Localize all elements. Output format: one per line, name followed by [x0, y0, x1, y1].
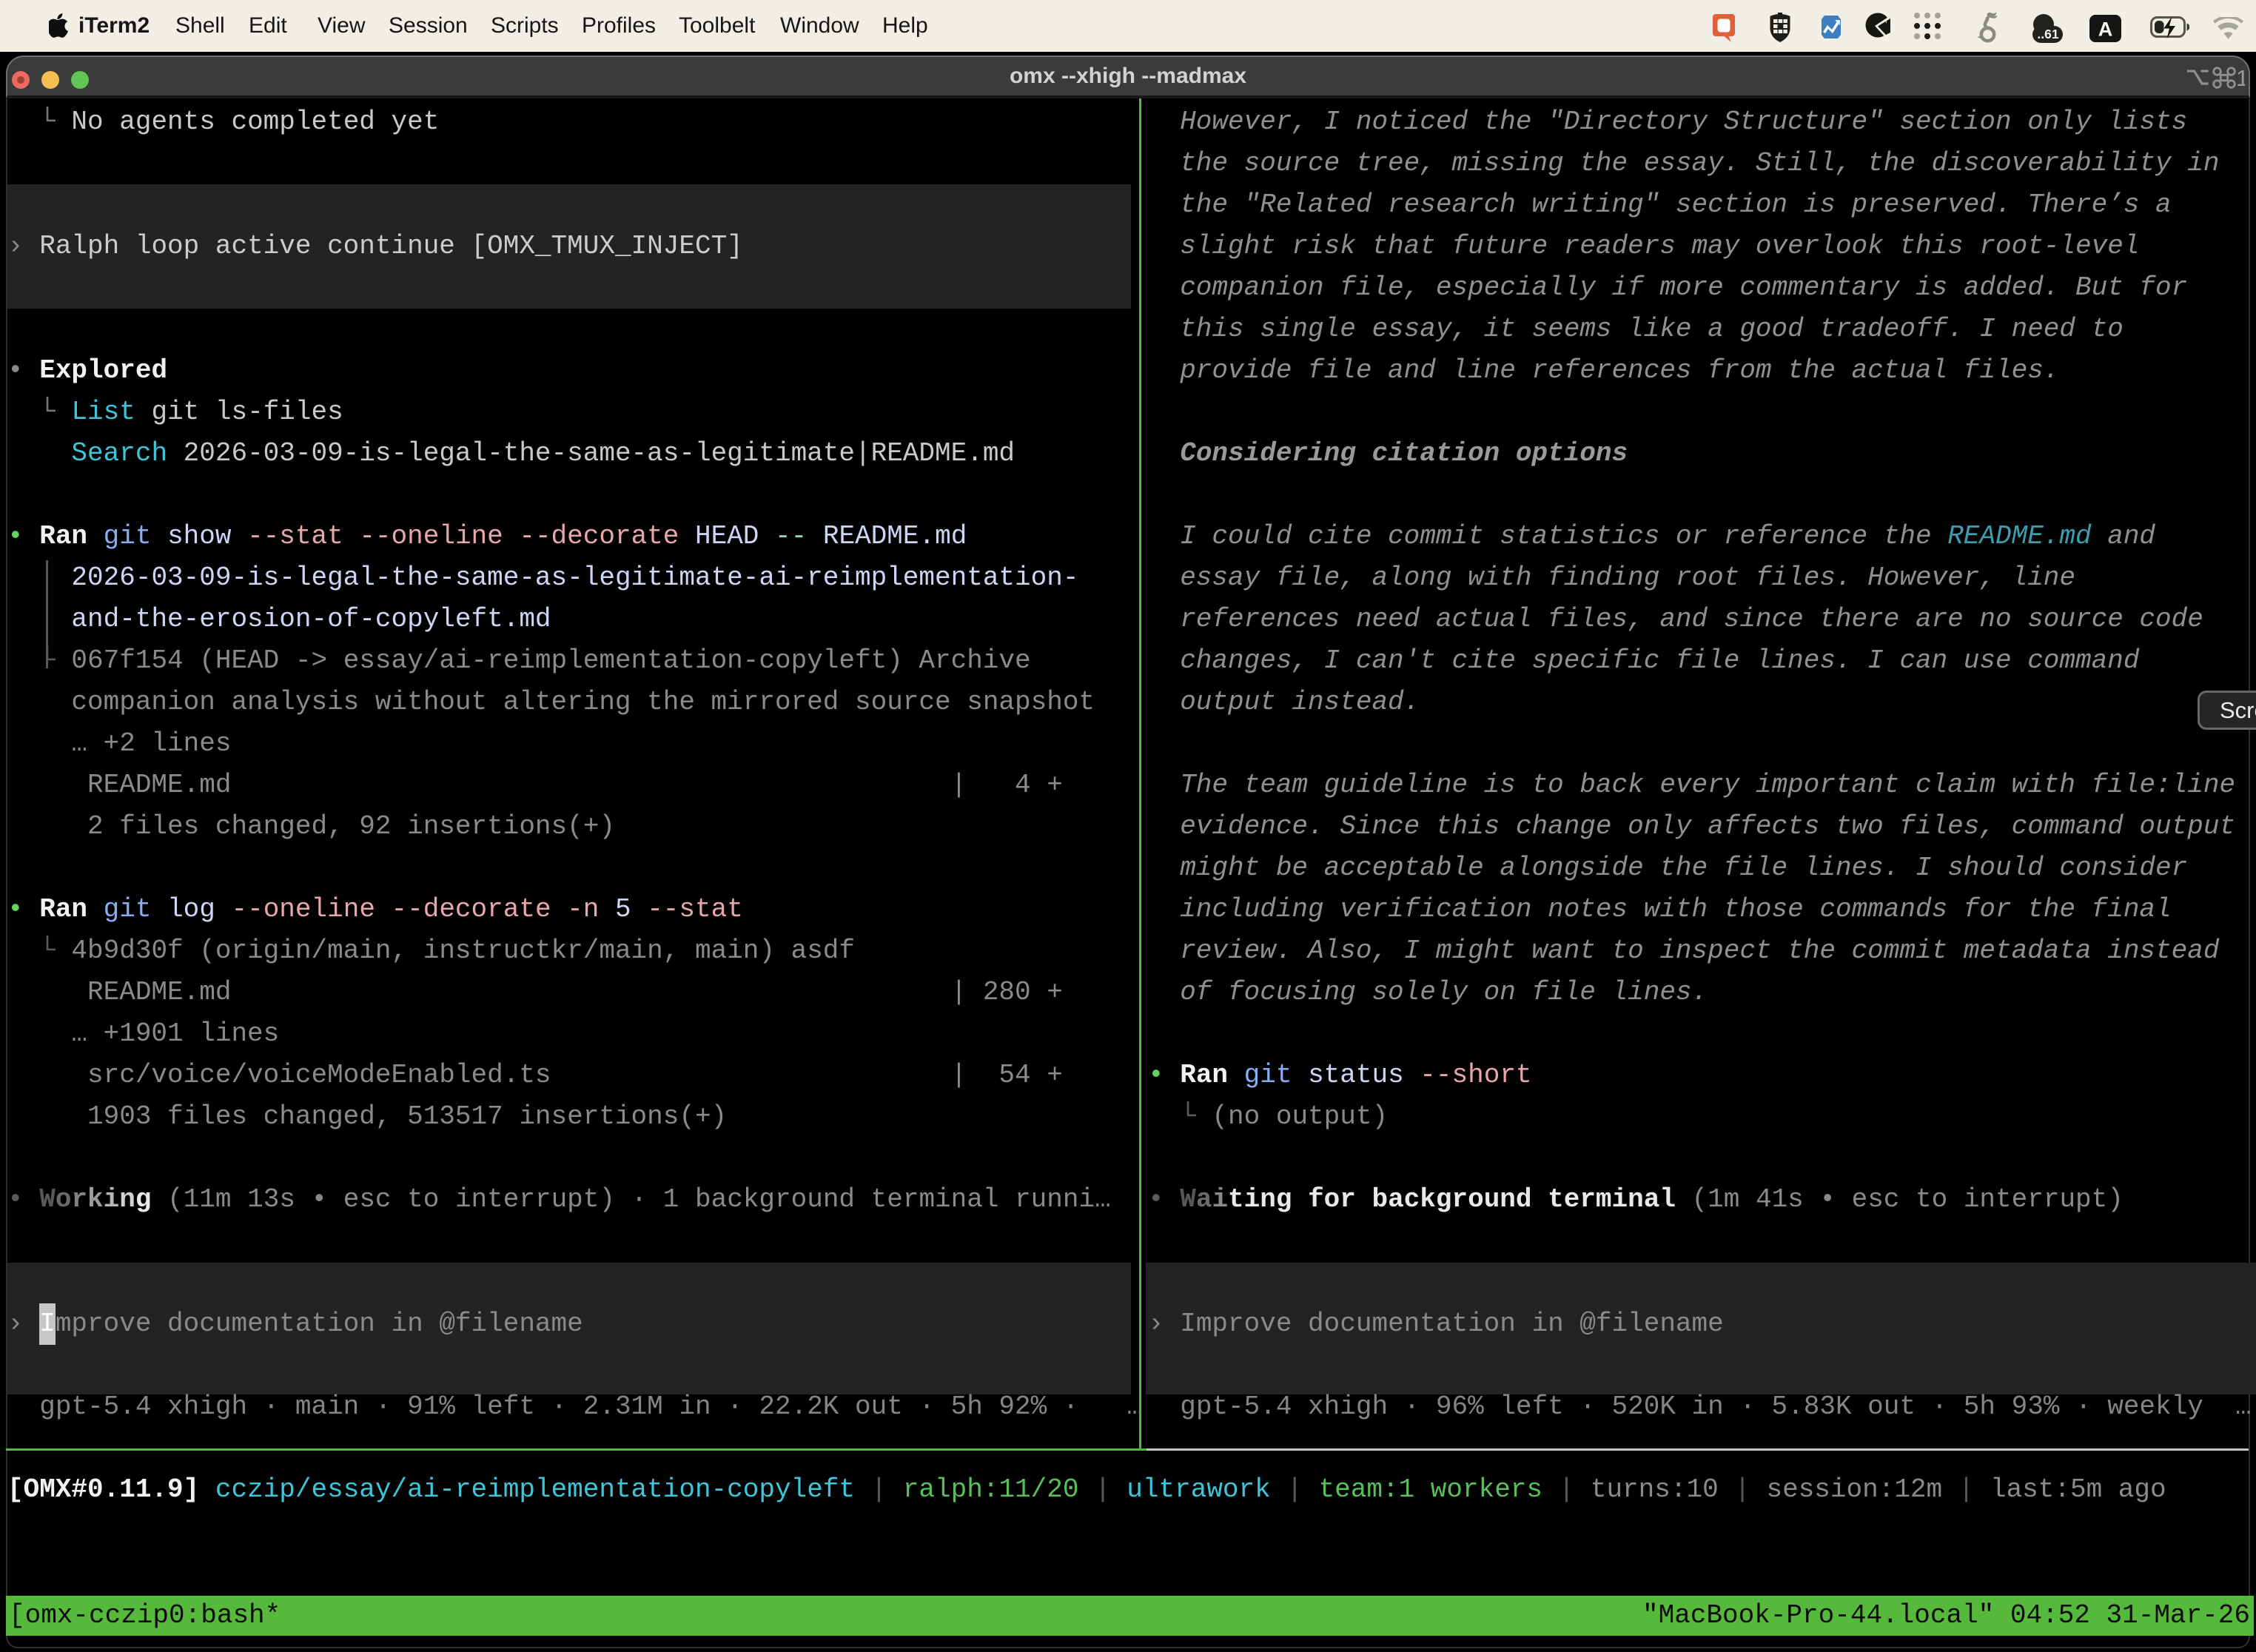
svg-text:..61: ..61 — [2037, 27, 2058, 41]
svg-text:1: 1 — [2236, 65, 2245, 91]
svg-text:A: A — [2098, 19, 2113, 41]
